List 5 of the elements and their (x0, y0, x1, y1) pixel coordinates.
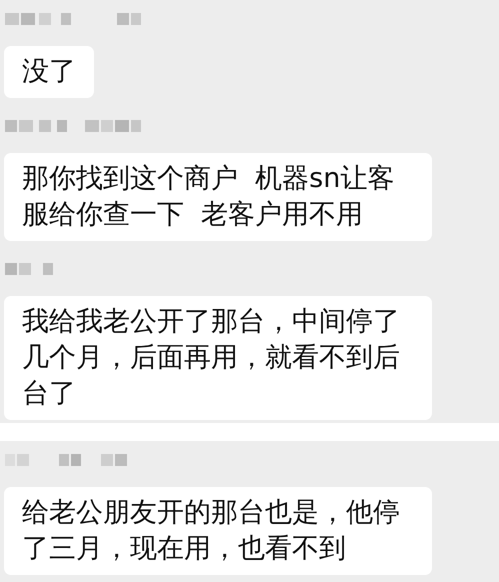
message-bubble: 给老公朋友开的那台也是，他停了三月，现在用，也看不到 (4, 487, 432, 575)
message-bubble: 我给我老公开了那台，中间停了几个月，后面再用，就看不到后台了 (4, 296, 432, 420)
blurred-name (5, 263, 53, 275)
message-bubble: 没了 (4, 46, 94, 98)
message-bubble: 那你找到这个商户 机器sn让客服给你查一下 老客户用不用 (4, 153, 432, 241)
